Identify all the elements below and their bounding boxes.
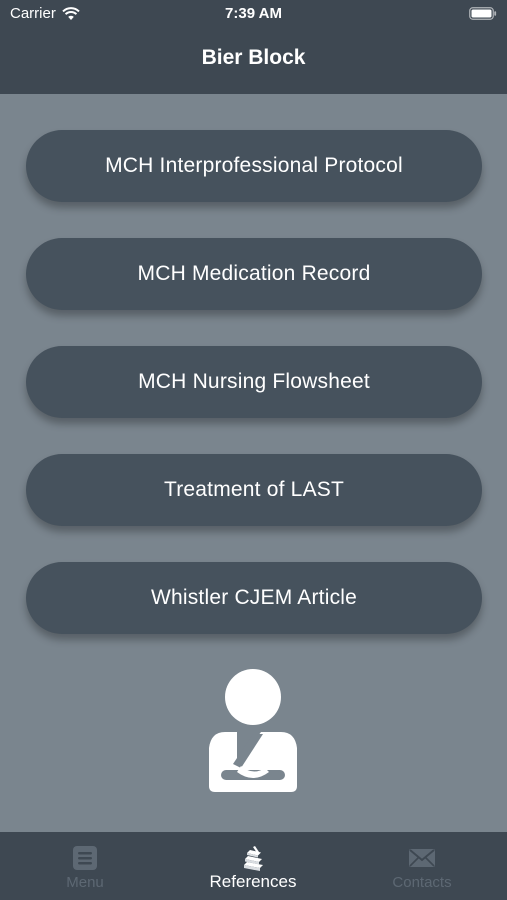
mch-medication-record-button[interactable]: MCH Medication Record: [26, 238, 482, 310]
references-list: MCH Interprofessional Protocol MCH Medic…: [0, 94, 507, 832]
patient-arm-sling-icon: [209, 669, 297, 792]
envelope-icon: [409, 849, 435, 867]
tab-contacts-label: Contacts: [392, 874, 452, 891]
books-icon: [244, 846, 263, 871]
tab-menu-label: Menu: [66, 874, 104, 891]
whistler-cjem-article-button[interactable]: Whistler CJEM Article: [26, 562, 482, 634]
page-title: Bier Block: [201, 46, 306, 69]
status-bar: Carrier 7:39 AM: [0, 0, 507, 28]
mch-nursing-flowsheet-button[interactable]: MCH Nursing Flowsheet: [26, 346, 482, 418]
tab-references-label: References: [209, 872, 297, 891]
menu-list-icon: [73, 846, 97, 870]
tab-menu[interactable]: Menu: [35, 832, 135, 900]
status-time: 7:39 AM: [225, 5, 282, 22]
tab-references[interactable]: References: [193, 832, 313, 900]
tab-bar: Menu References Contacts: [0, 832, 507, 900]
mch-interprofessional-protocol-button[interactable]: MCH Interprofessional Protocol: [26, 130, 482, 202]
treatment-of-last-button[interactable]: Treatment of LAST: [26, 454, 482, 526]
battery-icon: [469, 7, 497, 20]
tab-contacts[interactable]: Contacts: [372, 832, 472, 900]
header: Carrier 7:39 AM Bier Block: [0, 0, 507, 94]
